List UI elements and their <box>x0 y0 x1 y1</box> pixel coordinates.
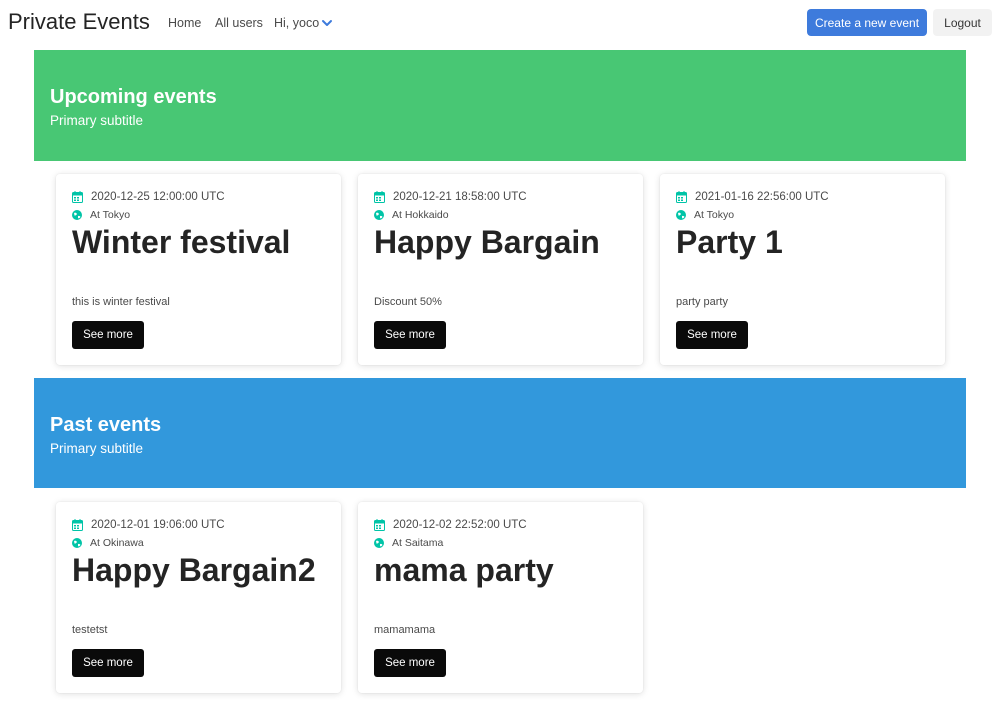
globe-icon <box>676 210 686 220</box>
event-location-text: At Hokkaido <box>392 209 449 221</box>
past-events-banner: Past events Primary subtitle <box>34 378 966 488</box>
globe-icon <box>72 538 82 548</box>
event-location: At Hokkaido <box>374 209 449 221</box>
event-location: At Tokyo <box>676 209 734 221</box>
upcoming-events-banner: Upcoming events Primary subtitle <box>34 50 966 161</box>
event-location-text: At Tokyo <box>90 209 131 221</box>
calendar-icon <box>374 519 385 531</box>
chevron-down-icon[interactable] <box>321 17 333 29</box>
calendar-icon <box>72 191 83 203</box>
user-menu-dropdown[interactable]: Hi, yoco <box>274 16 319 30</box>
event-description: party party <box>676 296 728 308</box>
event-location-text: At Tokyo <box>694 209 735 221</box>
globe-icon <box>374 538 384 548</box>
event-description: Discount 50% <box>374 296 442 308</box>
event-card: 2020-12-01 19:06:00 UTC At Okinawa Happy… <box>56 502 341 693</box>
event-location: At Okinawa <box>72 537 144 549</box>
see-more-button[interactable]: See more <box>374 321 446 349</box>
event-description: mamamama <box>374 624 436 636</box>
event-title: mama party <box>374 552 554 588</box>
globe-icon <box>72 210 82 220</box>
event-date-text: 2020-12-02 22:52:00 UTC <box>393 519 527 531</box>
event-date: 2020-12-01 19:06:00 UTC <box>72 519 225 531</box>
event-description: this is winter festival <box>72 296 170 308</box>
section-title: Past events <box>50 414 162 436</box>
section-subtitle: Primary subtitle <box>50 113 144 128</box>
event-card: 2020-12-25 12:00:00 UTC At Tokyo Winter … <box>56 174 341 365</box>
section-subtitle: Primary subtitle <box>50 441 144 456</box>
event-title: Happy Bargain2 <box>72 552 316 588</box>
event-date: 2020-12-25 12:00:00 UTC <box>72 191 225 203</box>
see-more-button[interactable]: See more <box>676 321 748 349</box>
event-date-text: 2020-12-01 19:06:00 UTC <box>91 519 225 531</box>
event-title: Winter festival <box>72 224 291 260</box>
event-location: At Saitama <box>374 537 443 549</box>
see-more-button[interactable]: See more <box>374 649 446 677</box>
navbar: Private Events Home All users Hi, yoco C… <box>0 0 1000 46</box>
nav-all-users-link[interactable]: All users <box>215 16 263 30</box>
nav-home-link[interactable]: Home <box>168 16 201 30</box>
event-location-text: At Saitama <box>392 537 444 549</box>
globe-icon <box>374 210 384 220</box>
section-title: Upcoming events <box>50 86 217 108</box>
event-title: Party 1 <box>676 224 783 260</box>
event-card: 2020-12-21 18:58:00 UTC At Hokkaido Happ… <box>358 174 643 365</box>
event-location: At Tokyo <box>72 209 130 221</box>
event-date: 2020-12-21 18:58:00 UTC <box>374 191 527 203</box>
calendar-icon <box>72 519 83 531</box>
see-more-button[interactable]: See more <box>72 649 144 677</box>
event-card: 2021-01-16 22:56:00 UTC At Tokyo Party 1… <box>660 174 945 365</box>
event-date: 2020-12-02 22:52:00 UTC <box>374 519 527 531</box>
event-location-text: At Okinawa <box>90 537 144 549</box>
see-more-button[interactable]: See more <box>72 321 144 349</box>
event-description: testetst <box>72 624 108 636</box>
brand-logo[interactable]: Private Events <box>8 9 150 35</box>
event-date: 2021-01-16 22:56:00 UTC <box>676 191 829 203</box>
event-date-text: 2020-12-21 18:58:00 UTC <box>393 191 527 203</box>
event-date-text: 2020-12-25 12:00:00 UTC <box>91 191 225 203</box>
event-title: Happy Bargain <box>374 224 600 260</box>
event-date-text: 2021-01-16 22:56:00 UTC <box>695 191 829 203</box>
calendar-icon <box>676 191 687 203</box>
event-card: 2020-12-02 22:52:00 UTC At Saitama mama … <box>358 502 643 693</box>
create-event-button[interactable]: Create a new event <box>807 9 927 36</box>
calendar-icon <box>374 191 385 203</box>
logout-button[interactable]: Logout <box>933 9 992 36</box>
